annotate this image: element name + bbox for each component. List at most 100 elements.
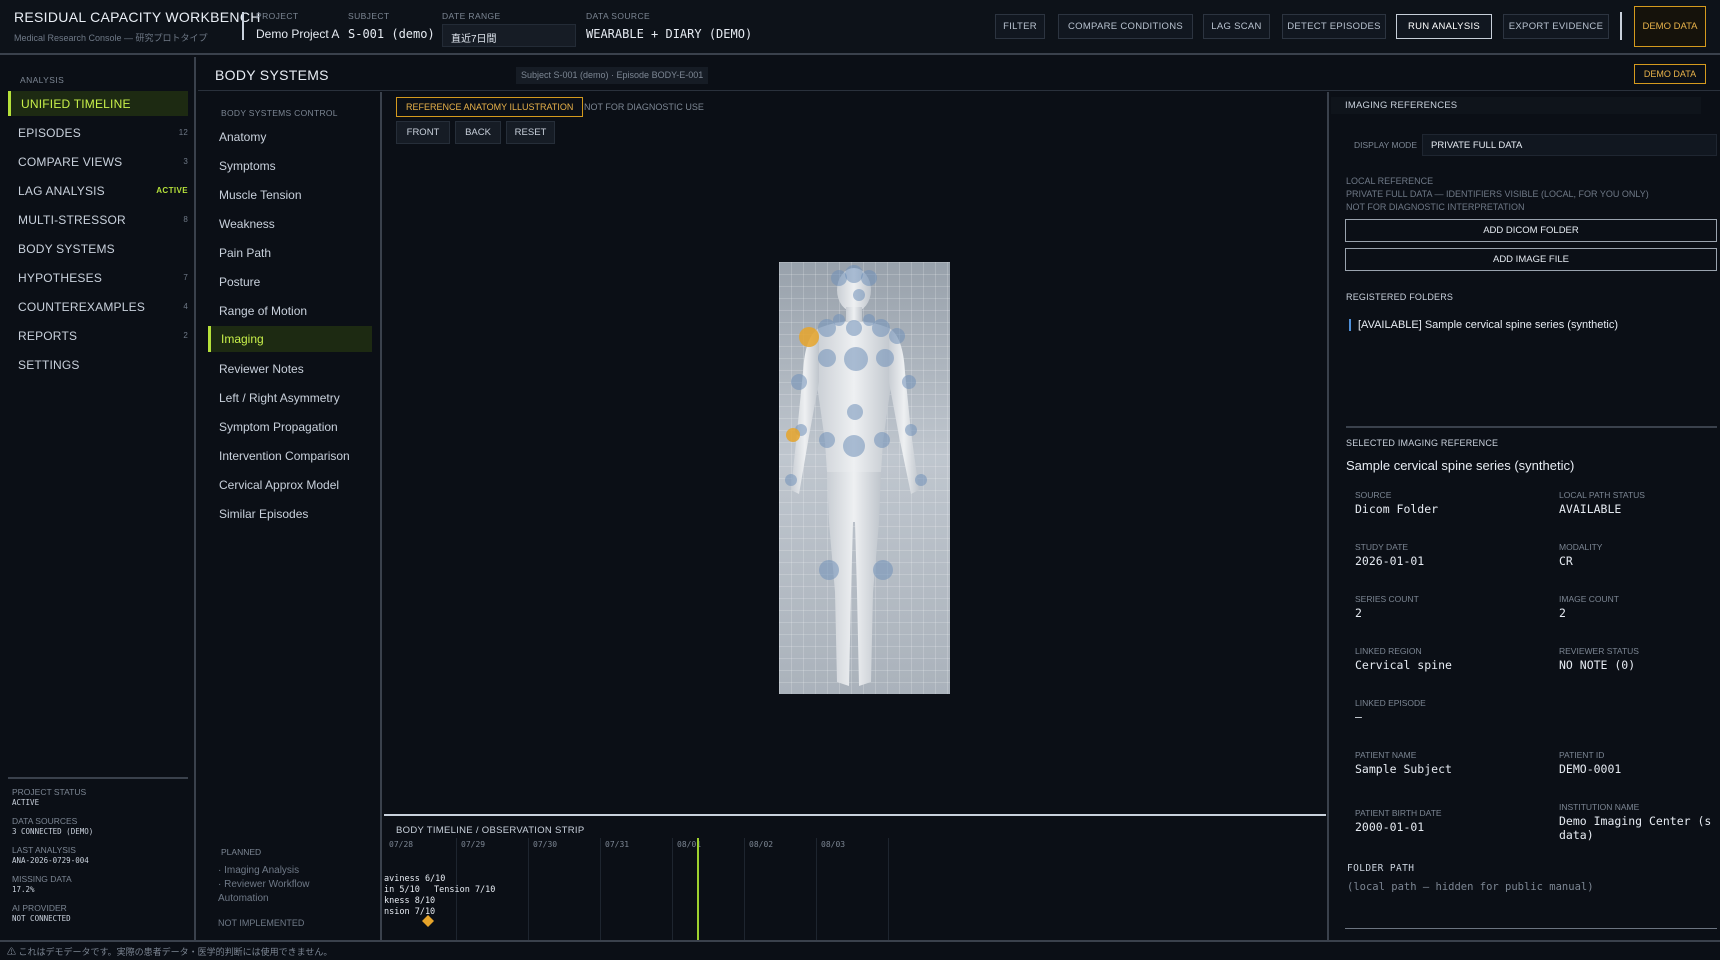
reset-view-button[interactable]: RESET (506, 121, 555, 144)
strip-gridline (744, 838, 745, 942)
reference-anatomy-button[interactable]: REFERENCE ANATOMY ILLUSTRATION (396, 97, 584, 117)
subnav-item-reviewer-notes[interactable]: Reviewer Notes (208, 356, 372, 382)
run-analysis-button[interactable]: RUN ANALYSIS (1396, 14, 1492, 39)
planned-item: Automation (218, 893, 269, 904)
subnav-item-muscle-tension[interactable]: Muscle Tension (208, 182, 372, 208)
nav-badge: 12 (178, 128, 188, 137)
episode-diamond-icon[interactable] (421, 914, 435, 928)
not-diagnostic-label: NOT FOR DIAGNOSTIC USE (584, 102, 704, 112)
modality-field: MODALITY CR (1559, 542, 1602, 568)
daterange-field: DATE RANGE 直近7日間 (442, 11, 576, 47)
subject-field[interactable]: SUBJECT S-001 (demo) (348, 11, 435, 41)
nav-badge: 2 (183, 331, 188, 340)
nav-label: BODY SYSTEMS (18, 241, 115, 256)
anatomy-canvas: REFERENCE ANATOMY ILLUSTRATION NOT FOR D… (384, 92, 1326, 942)
daterange-input[interactable]: 直近7日間 (442, 24, 576, 47)
subnav-item-similar-episodes[interactable]: Similar Episodes (208, 501, 372, 527)
field-value: Demo Imaging Center (s data) (1559, 814, 1712, 842)
field-label: LINKED REGION (1355, 646, 1422, 656)
field-label: LINKED EPISODE (1355, 698, 1426, 708)
add-dicom-folder-button[interactable]: ADD DICOM FOLDER (1345, 219, 1717, 242)
nav-item-body-systems[interactable]: BODY SYSTEMS (8, 236, 188, 261)
subnav-item-intervention-comparison[interactable]: Intervention Comparison (208, 443, 372, 469)
daterange-label: DATE RANGE (442, 11, 501, 21)
planned-footer: NOT IMPLEMENTED (218, 918, 305, 928)
institution-field: INSTITUTION NAME Demo Imaging Center (s d… (1559, 802, 1719, 842)
project-field[interactable]: PROJECT Demo Project A (256, 11, 339, 41)
nav-label: LAG ANALYSIS (18, 183, 105, 198)
series-count-field: SERIES COUNT 2 (1355, 594, 1419, 620)
strip-gridline (600, 838, 601, 942)
filter-button[interactable]: FILTER (995, 14, 1045, 39)
patient-name-field: PATIENT NAME Sample Subject (1355, 750, 1452, 776)
folder-path-label: FOLDER PATH (1347, 863, 1415, 874)
subnav-item-cervical-model[interactable]: Cervical Approx Model (208, 472, 372, 498)
export-evidence-button[interactable]: EXPORT EVIDENCE (1503, 14, 1609, 39)
field-value: 2026-01-01 (1355, 554, 1425, 568)
subnav-item-anatomy[interactable]: Anatomy (208, 124, 372, 150)
footer-notice: ⚠ これはデモデータです。実際の患者データ・医学的判断には使用できません。 (0, 940, 1720, 960)
add-image-file-button[interactable]: ADD IMAGE FILE (1345, 248, 1717, 271)
subnav-item-imaging[interactable]: Imaging (208, 326, 372, 352)
subnav-item-symptom-propagation[interactable]: Symptom Propagation (208, 414, 372, 440)
lag-scan-button[interactable]: LAG SCAN (1203, 14, 1270, 39)
field-value: — (1355, 710, 1362, 724)
field-label: SOURCE (1355, 490, 1392, 500)
field-value: 2 (1559, 606, 1566, 620)
subnav-item-pain-path[interactable]: Pain Path (208, 240, 372, 266)
subject-label: SUBJECT (348, 11, 390, 21)
nav-item-compare-views[interactable]: COMPARE VIEWS 3 (8, 149, 188, 174)
field-value: Cervical spine (1355, 658, 1452, 672)
planned-item: · Reviewer Workflow (218, 879, 310, 890)
page-header: BODY SYSTEMS Subject S-001 (demo) · Epis… (198, 57, 1720, 91)
local-reference-note: LOCAL REFERENCE PRIVATE FULL DATA — IDEN… (1346, 175, 1649, 214)
nav-label: COUNTEREXAMPLES (18, 299, 146, 314)
nav-item-unified-timeline[interactable]: UNIFIED TIMELINE (8, 91, 188, 116)
compare-conditions-button[interactable]: COMPARE CONDITIONS (1058, 14, 1193, 39)
app-subtitle: Medical Research Console — 研究プロトタイプ (14, 33, 208, 43)
strip-gridline (888, 838, 889, 942)
nav-item-lag-analysis[interactable]: LAG ANALYSIS ACTIVE (8, 178, 188, 203)
subnav-item-asymmetry[interactable]: Left / Right Asymmetry (208, 385, 372, 411)
datasource-field: DATA SOURCE WEARABLE + DIARY (DEMO) (586, 11, 752, 41)
nav-item-episodes[interactable]: EPISODES 12 (8, 120, 188, 145)
anatomy-figure[interactable] (779, 262, 950, 694)
planned-block: PLANNED · Imaging Analysis · Reviewer Wo… (218, 847, 310, 928)
strip-date: 08/03 (821, 840, 846, 849)
local-ref-line: PRIVATE FULL DATA — IDENTIFIERS VISIBLE … (1346, 189, 1649, 199)
nav-item-reports[interactable]: REPORTS 2 (8, 323, 188, 348)
nav-label: SETTINGS (18, 357, 80, 372)
subnav-item-weakness[interactable]: Weakness (208, 211, 372, 237)
registered-folder-item[interactable]: [AVAILABLE] Sample cervical spine series… (1349, 319, 1618, 331)
nav-item-settings[interactable]: SETTINGS (8, 352, 188, 377)
nav-item-multi-stressor[interactable]: MULTI-STRESSOR 8 (8, 207, 188, 232)
nav-badge: 4 (183, 302, 188, 311)
detect-episodes-button[interactable]: DETECT EPISODES (1282, 14, 1386, 39)
field-value: Sample Subject (1355, 762, 1452, 776)
nav-item-counterexamples[interactable]: COUNTEREXAMPLES 4 (8, 294, 188, 319)
patient-id-field: PATIENT ID DEMO-0001 (1559, 750, 1621, 776)
panel-heading: IMAGING REFERENCES (1331, 97, 1701, 114)
strip-current-marker (697, 838, 699, 942)
field-value: Dicom Folder (1355, 502, 1439, 516)
back-view-button[interactable]: BACK (455, 121, 501, 144)
header-divider-right (1620, 12, 1622, 40)
status-label: LAST ANALYSIS (12, 845, 76, 855)
field-label: PATIENT NAME (1355, 750, 1417, 760)
front-view-button[interactable]: FRONT (396, 121, 450, 144)
subnav-item-symptoms[interactable]: Symptoms (208, 153, 372, 179)
demo-data-button[interactable]: DEMO DATA (1634, 6, 1706, 47)
display-mode-select[interactable]: PRIVATE FULL DATA (1422, 134, 1717, 156)
subnav-item-posture[interactable]: Posture (208, 269, 372, 295)
birth-date-field: PATIENT BIRTH DATE 2000-01-01 (1355, 808, 1442, 834)
observation-strip[interactable]: BODY TIMELINE / OBSERVATION STRIP 07/28 … (384, 814, 1326, 942)
breadcrumb: Subject S-001 (demo) · Episode BODY-E-00… (516, 67, 709, 84)
subnav-item-range-of-motion[interactable]: Range of Motion (208, 298, 372, 324)
local-ref-line: LOCAL REFERENCE (1346, 176, 1434, 186)
status-label: MISSING DATA (12, 874, 72, 884)
imaging-references-panel: IMAGING REFERENCES DISPLAY MODE PRIVATE … (1327, 92, 1720, 940)
header-divider (242, 12, 244, 40)
source-field: SOURCE Dicom Folder (1355, 490, 1438, 516)
nav-item-hypotheses[interactable]: HYPOTHESES 7 (8, 265, 188, 290)
nav-label: EPISODES (18, 125, 81, 140)
